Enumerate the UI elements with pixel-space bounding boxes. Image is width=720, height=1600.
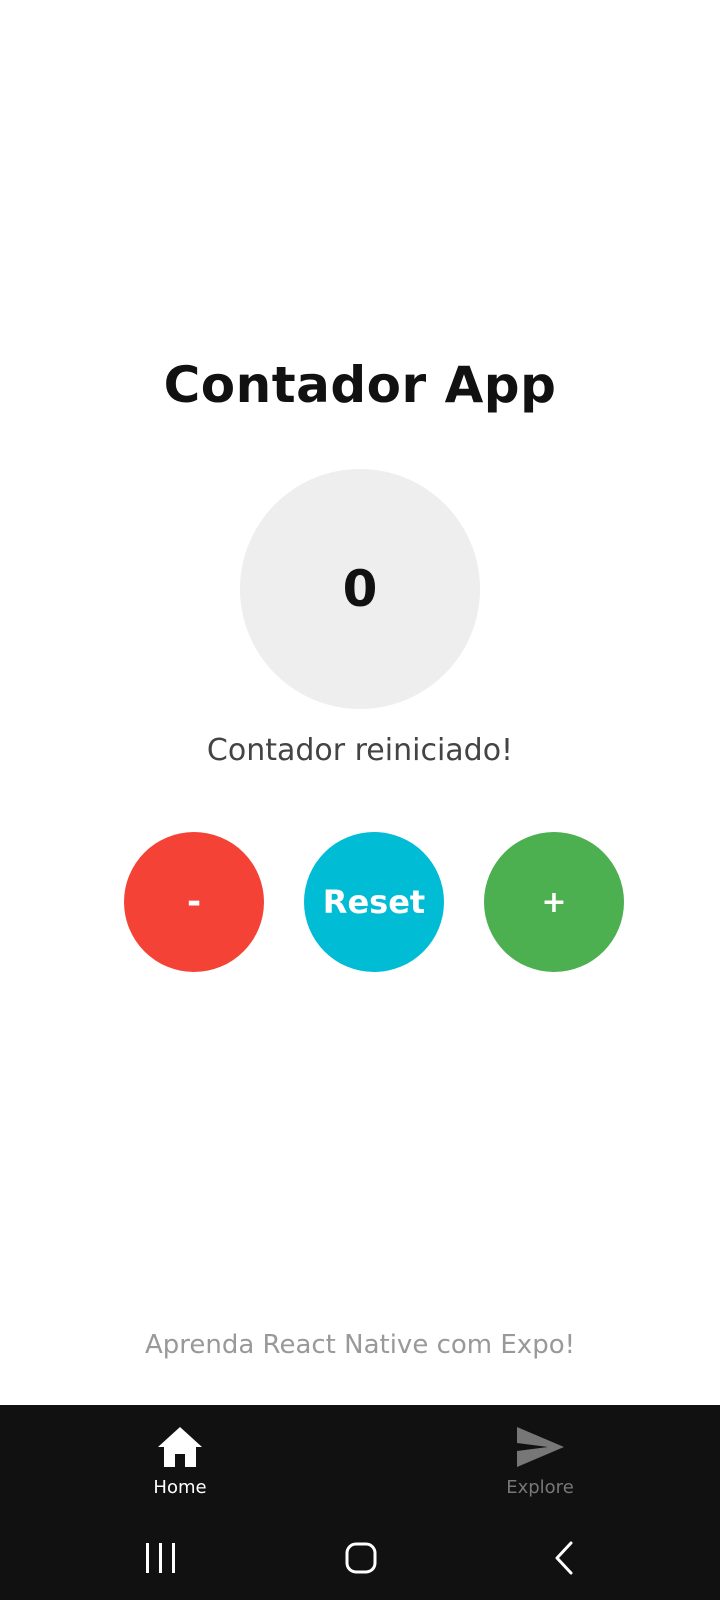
system-navigation-bar <box>0 1515 720 1600</box>
counter-display: 0 <box>240 469 480 709</box>
page-title: Contador App <box>163 356 557 414</box>
counter-value: 0 <box>342 560 378 618</box>
back-icon <box>555 1541 573 1575</box>
home-circle-icon <box>345 1542 377 1574</box>
footer-text: Aprenda React Native com Expo! <box>144 1330 576 1360</box>
recent-apps-button[interactable] <box>131 1533 191 1583</box>
tab-home[interactable]: Home <box>80 1405 280 1515</box>
status-message: Contador reiniciado! <box>206 733 514 768</box>
back-button[interactable] <box>535 1533 595 1583</box>
tab-explore[interactable]: Explore <box>440 1405 640 1515</box>
main-content: Contador App 0 Contador reiniciado! - Re… <box>0 0 720 1405</box>
reset-button[interactable]: Reset <box>304 832 444 972</box>
bottom-tab-bar: Home Explore <box>0 1405 720 1515</box>
increment-button[interactable]: + <box>484 832 624 972</box>
tab-explore-label: Explore <box>506 1477 574 1498</box>
decrement-button[interactable]: - <box>124 832 264 972</box>
recent-apps-icon <box>146 1543 175 1573</box>
app-screen: Contador App 0 Contador reiniciado! - Re… <box>0 0 720 1600</box>
home-icon <box>158 1427 202 1467</box>
tab-home-label: Home <box>153 1477 207 1498</box>
system-home-button[interactable] <box>332 1533 392 1583</box>
counter-controls: - Reset + <box>0 832 720 972</box>
send-icon <box>517 1427 564 1467</box>
